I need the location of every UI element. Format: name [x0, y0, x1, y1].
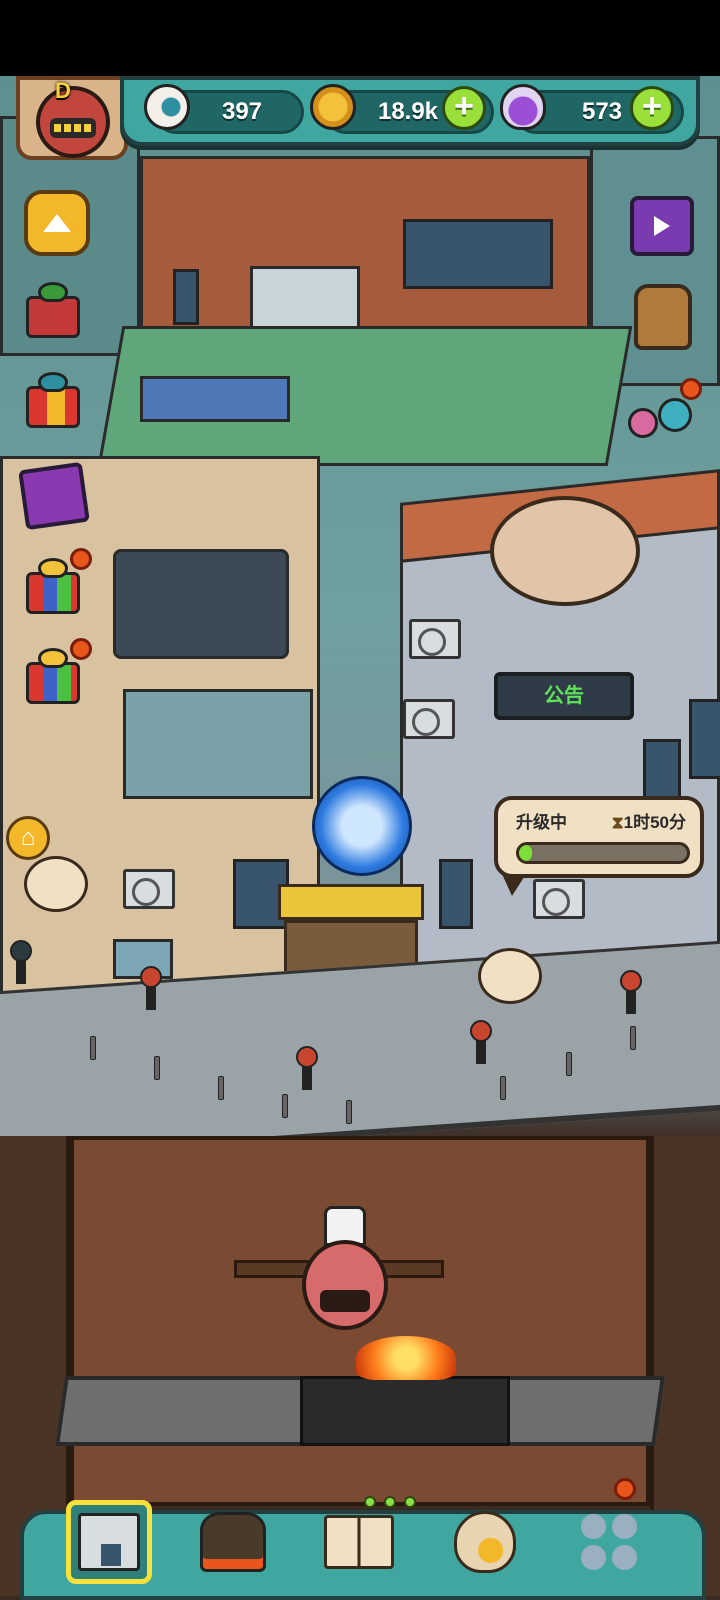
coin-icon — [310, 84, 356, 130]
citizen[interactable] — [470, 1020, 492, 1064]
grid-icon — [578, 1511, 640, 1573]
backpack-button[interactable] — [634, 284, 692, 350]
customer-thought-bubble[interactable] — [478, 948, 542, 1004]
add-coins-button[interactable]: + — [442, 86, 486, 130]
notice-board[interactable]: 公告 — [494, 672, 634, 720]
couple-thought-bubble[interactable] — [24, 856, 88, 912]
monster-icon — [200, 1512, 266, 1572]
citizen[interactable] — [296, 1046, 318, 1090]
citizen[interactable] — [140, 966, 162, 1010]
nav-money-bag-tab[interactable] — [442, 1500, 528, 1584]
left-building — [0, 456, 320, 996]
notification-dot — [614, 1478, 636, 1500]
blue-portal[interactable] — [312, 776, 412, 876]
airship[interactable] — [490, 496, 640, 606]
upgrade-status-bubble[interactable]: 升级中 ⧗1时50分 — [494, 796, 704, 896]
stove — [300, 1376, 510, 1446]
video-ad-button[interactable] — [630, 196, 694, 256]
hourglass-icon: ⧗ — [611, 813, 624, 832]
gift-box-button[interactable] — [22, 280, 84, 342]
play-icon — [654, 216, 670, 236]
citizen[interactable] — [10, 940, 32, 984]
money-bag-icon — [454, 1511, 516, 1573]
notification-dot — [70, 638, 92, 660]
notification-dot — [680, 378, 702, 400]
eyeball-count: 397 — [221, 98, 263, 125]
nav-book-tab[interactable] — [316, 1500, 402, 1584]
eyeball-icon — [144, 84, 190, 130]
potion-icon — [500, 84, 546, 130]
citizen[interactable] — [620, 970, 642, 1014]
rank-letter: D — [55, 78, 71, 103]
collapse-button[interactable] — [24, 190, 90, 256]
gift-box-button[interactable] — [22, 370, 84, 432]
book-icon — [324, 1515, 394, 1569]
nav-monster-tab[interactable] — [190, 1500, 276, 1584]
add-potions-button[interactable]: + — [630, 86, 674, 130]
fire — [356, 1336, 456, 1380]
upgrade-progress-fill — [519, 845, 533, 861]
nav-building-tab[interactable] — [66, 1500, 152, 1584]
upgrade-status-label: 升级中 — [516, 813, 567, 832]
upgrade-timer: ⧗1时50分 — [611, 813, 686, 832]
octopus-chef[interactable] — [280, 1206, 410, 1336]
notification-dot — [70, 548, 92, 570]
upgrade-progress-bar — [516, 842, 690, 864]
card-pack-button[interactable] — [18, 461, 90, 531]
resource-bar: 397 18.9k + 573 + — [120, 76, 700, 146]
page-indicator-dot — [404, 1496, 416, 1508]
home-icon: ⌂ — [20, 824, 36, 851]
nav-more-tab[interactable] — [566, 1500, 652, 1584]
chevron-up-icon — [43, 214, 71, 232]
building-icon — [78, 1513, 140, 1571]
home-button[interactable]: ⌂ — [6, 816, 50, 860]
rooftop-pool — [140, 376, 290, 422]
